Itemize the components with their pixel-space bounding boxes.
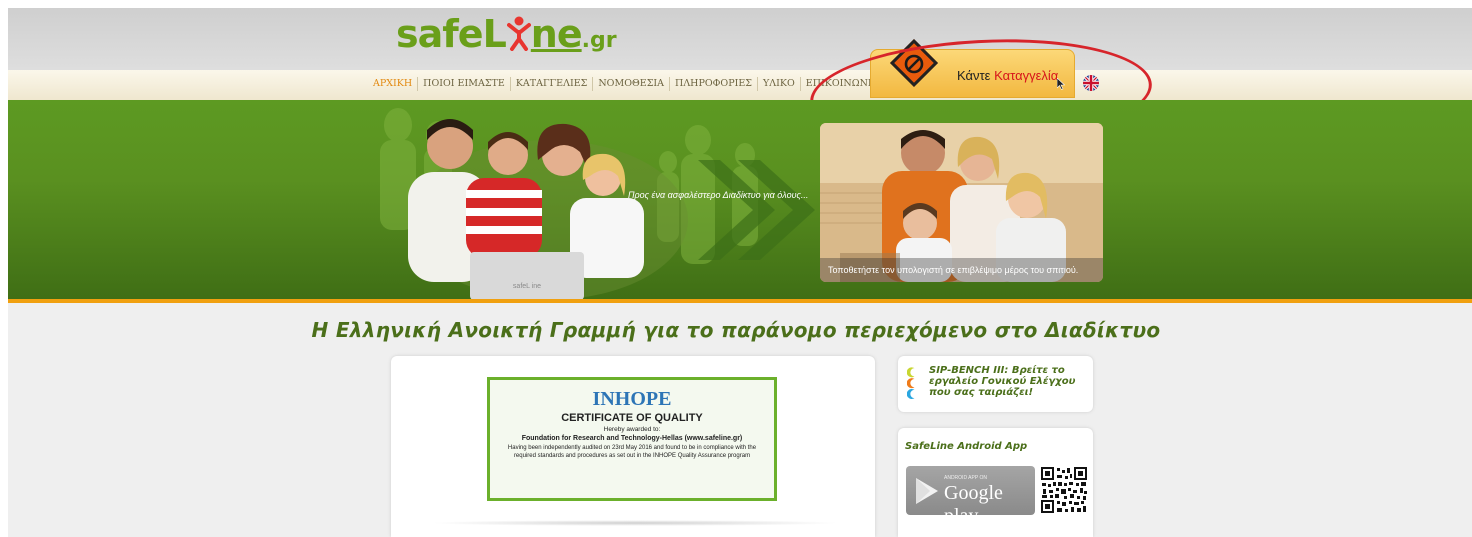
nav-item-home[interactable]: ΑΡΧΙΚΗ	[368, 77, 419, 91]
nav-item-information[interactable]: ΠΛΗΡΟΦΟΡΙΕΣ	[670, 77, 759, 91]
site-logo[interactable]: safeL ne.gr	[396, 12, 617, 66]
logo-text-l: L	[482, 12, 507, 56]
play-triangle-icon	[916, 478, 938, 504]
sip-bench-text: SIP-BENCH III: Βρείτε το εργαλείο Γονικο…	[929, 365, 1075, 398]
sip-bench-line3: που σας ταιριάζει!	[929, 387, 1034, 398]
google-play-small-text: ANDROID APP ON	[944, 475, 987, 481]
certificate-title: CERTIFICATE OF QUALITY	[561, 412, 703, 424]
certificate-brand: INHOPE	[592, 388, 672, 410]
android-app-title: SafeLine Android App	[905, 441, 1028, 452]
certificate-body: Having been independently audited on 23r…	[507, 445, 757, 459]
sip-bench-line1: SIP-BENCH III: Βρείτε το	[929, 365, 1065, 376]
sip-bench-link[interactable]: SIP-BENCH III: Βρείτε το εργαλείο Γονικο…	[898, 356, 1093, 412]
certificate-awarded: Hereby awarded to:	[603, 426, 661, 433]
logo-figure-icon	[506, 15, 531, 51]
banner-background-art: safeL ine	[380, 108, 815, 300]
certificate-shadow	[430, 520, 840, 526]
logo-text-ne: ne	[530, 12, 583, 56]
certificate-organization: Foundation for Research and Technology-H…	[521, 435, 743, 442]
qr-code-icon[interactable]	[1040, 466, 1088, 514]
banner-slogan: Προς ένα ασφαλέστερο Διαδίκτυο για όλους…	[628, 190, 809, 200]
banner-photo-caption: Τοποθετήστε τον υπολογιστή σε επιβλέψιμο…	[820, 258, 1103, 282]
laptop-logo-text: safeL ine	[513, 283, 541, 290]
main-nav: ΑΡΧΙΚΗ ΠΟΙΟΙ ΕΙΜΑΣΤΕ ΚΑΤΑΓΓΕΛΙΕΣ ΝΟΜΟΘΕΣ…	[368, 77, 884, 91]
nav-item-legislation[interactable]: ΝΟΜΟΘΕΣΙΑ	[593, 77, 671, 91]
nav-item-material[interactable]: ΥΛΙΚΟ	[758, 77, 801, 91]
nav-item-about[interactable]: ΠΟΙΟΙ ΕΙΜΑΣΤΕ	[418, 77, 511, 91]
inhope-certificate[interactable]: INHOPE CERTIFICATE OF QUALITY Hereby awa…	[487, 377, 777, 501]
page: safeL ne.gr ΑΡΧΙΚΗ ΠΟΙΟΙ ΕΙΜΑΣΤΕ ΚΑΤΑΓΓΕΛ…	[0, 0, 1472, 537]
header-top-band	[8, 8, 1472, 70]
logo-text-safe: safe	[396, 12, 484, 56]
page-heading: Η Ελληνική Ανοικτή Γραμμή για το παράνομ…	[311, 318, 1161, 342]
google-play-badge[interactable]: ANDROID APP ON Google play	[906, 466, 1035, 527]
logo-suffix: .gr	[581, 28, 617, 53]
crescent-moons-icon	[907, 367, 915, 399]
hero-banner: safeL ine	[8, 100, 1472, 300]
google-play-big-text: Google play	[944, 482, 1003, 527]
sip-bench-line2: εργαλείο Γονικού Ελέγχου	[929, 376, 1076, 387]
nav-item-reports[interactable]: ΚΑΤΑΓΓΕΛΙΕΣ	[511, 77, 594, 91]
banner-family-photo: safeL ine	[408, 119, 688, 300]
banner-photo-card[interactable]: Τοποθετήστε τον υπολογιστή σε επιβλέψιμο…	[820, 123, 1103, 282]
